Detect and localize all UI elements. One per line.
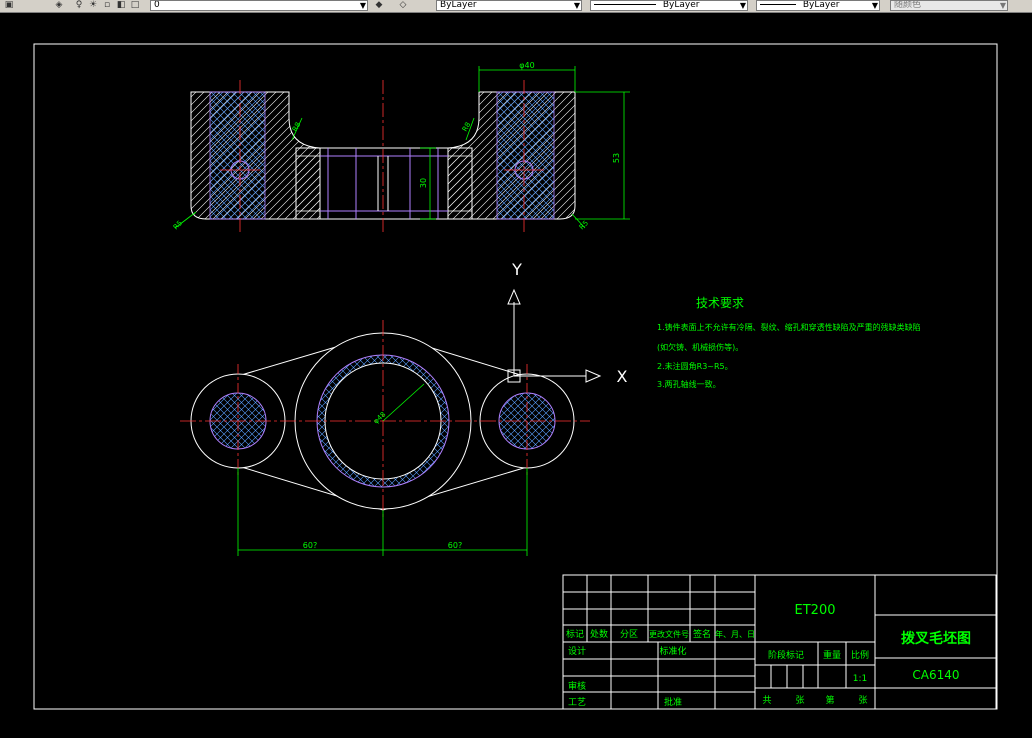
ucs-icon xyxy=(507,288,602,383)
weight-label: 重量 xyxy=(823,649,841,661)
stage-mark: 阶段标记 xyxy=(768,649,804,661)
ucs-x-label: X xyxy=(617,367,628,386)
page-sheets-label: 张 xyxy=(858,695,867,706)
header-docno: 更改文件号 xyxy=(649,629,689,639)
chevron-down-icon: ▼ xyxy=(999,1,1006,10)
tech-req-line3: 2.未注圆角R3~R5。 xyxy=(657,361,733,371)
tech-req-line4: 3.两孔轴线一致。 xyxy=(657,379,721,389)
header-zone: 分区 xyxy=(620,629,638,640)
color-dropdown[interactable]: ByLayer ▼ xyxy=(436,0,582,11)
dim-top-width: φ40 xyxy=(519,61,534,70)
dim-left-span: 60? xyxy=(303,541,317,550)
linetype-dropdown[interactable]: ByLayer ▼ xyxy=(590,0,748,11)
row-approve: 批准 xyxy=(664,696,682,708)
sun-icon[interactable]: ☀ xyxy=(86,0,100,11)
lock-icon[interactable]: ▫ xyxy=(100,0,114,11)
color-square-icon[interactable]: ◧ xyxy=(114,0,128,11)
linetype-dropdown-value: ByLayer xyxy=(662,0,700,10)
lightbulb-icon[interactable]: ♀ xyxy=(72,0,86,11)
header-sign: 签名 xyxy=(693,628,711,640)
dim-r5-left: R5 xyxy=(172,219,184,231)
title-block-code: ET200 xyxy=(795,603,836,618)
layer-dropdown-value: 0 xyxy=(154,0,160,10)
color-square-icon[interactable]: □ xyxy=(128,0,142,11)
header-mark: 标记 xyxy=(566,628,584,640)
lineweight-dropdown-value: ByLayer xyxy=(802,0,840,10)
scale-label: 比例 xyxy=(851,649,869,661)
drawing-canvas[interactable]: φ40 53 30 R5 R5 R8 R8 60? 60? φ48 Y X 技术… xyxy=(0,12,1032,738)
page-label: 第 xyxy=(825,694,834,706)
title-block-name: 拨叉毛坯图 xyxy=(901,630,971,647)
row-standard: 标准化 xyxy=(659,645,686,657)
layer-manager-icon[interactable]: ▣ xyxy=(2,0,16,11)
sheets-label: 张 xyxy=(795,695,804,706)
ucs-y-label: Y xyxy=(511,260,522,279)
row-check: 审核 xyxy=(568,680,586,692)
dim-r8-left: R8 xyxy=(291,121,303,133)
chevron-down-icon: ▼ xyxy=(871,1,878,10)
plan-view xyxy=(180,320,590,520)
layer-dropdown[interactable]: 0 ▼ xyxy=(150,0,368,11)
dim-inner-height: 30 xyxy=(419,178,428,188)
total-label: 共 xyxy=(762,695,771,706)
plotstyle-dropdown-value: 随颜色 xyxy=(894,0,922,10)
tech-req-line1: 1.铸件表面上不允许有冷隔、裂纹、缩孔和穿透性缺陷及严重的残缺类缺陷 xyxy=(657,322,921,332)
layer-previous-icon[interactable]: ◇ xyxy=(396,0,410,11)
chevron-down-icon: ▼ xyxy=(739,1,746,10)
scale-value: 1:1 xyxy=(853,674,867,684)
lineweight-dropdown[interactable]: ByLayer ▼ xyxy=(756,0,880,11)
dim-height-total: 53 xyxy=(612,153,621,163)
tech-req-line2: (如欠铸、机械损伤等)。 xyxy=(657,342,743,352)
dim-right-span: 60? xyxy=(448,541,462,550)
plotstyle-dropdown[interactable]: 随颜色 ▼ xyxy=(890,0,1008,11)
row-design: 设计 xyxy=(568,645,586,657)
row-process: 工艺 xyxy=(568,697,586,708)
lineweight-preview xyxy=(760,4,796,5)
dim-r8-right: R8 xyxy=(461,121,473,133)
title-block-model: CA6140 xyxy=(912,668,959,682)
make-layer-current-icon[interactable]: ◆ xyxy=(372,0,386,11)
linetype-preview xyxy=(594,4,656,5)
header-date: 年、月、日 xyxy=(715,629,755,639)
layer-state-icon[interactable]: ◈ xyxy=(52,0,66,11)
tech-req-title: 技术要求 xyxy=(696,296,744,310)
color-dropdown-value: ByLayer xyxy=(440,0,477,10)
chevron-down-icon: ▼ xyxy=(359,1,366,10)
front-section-view xyxy=(190,80,576,232)
dim-r5-right: R5 xyxy=(578,219,590,231)
chevron-down-icon: ▼ xyxy=(573,1,580,10)
header-count: 处数 xyxy=(590,628,608,640)
